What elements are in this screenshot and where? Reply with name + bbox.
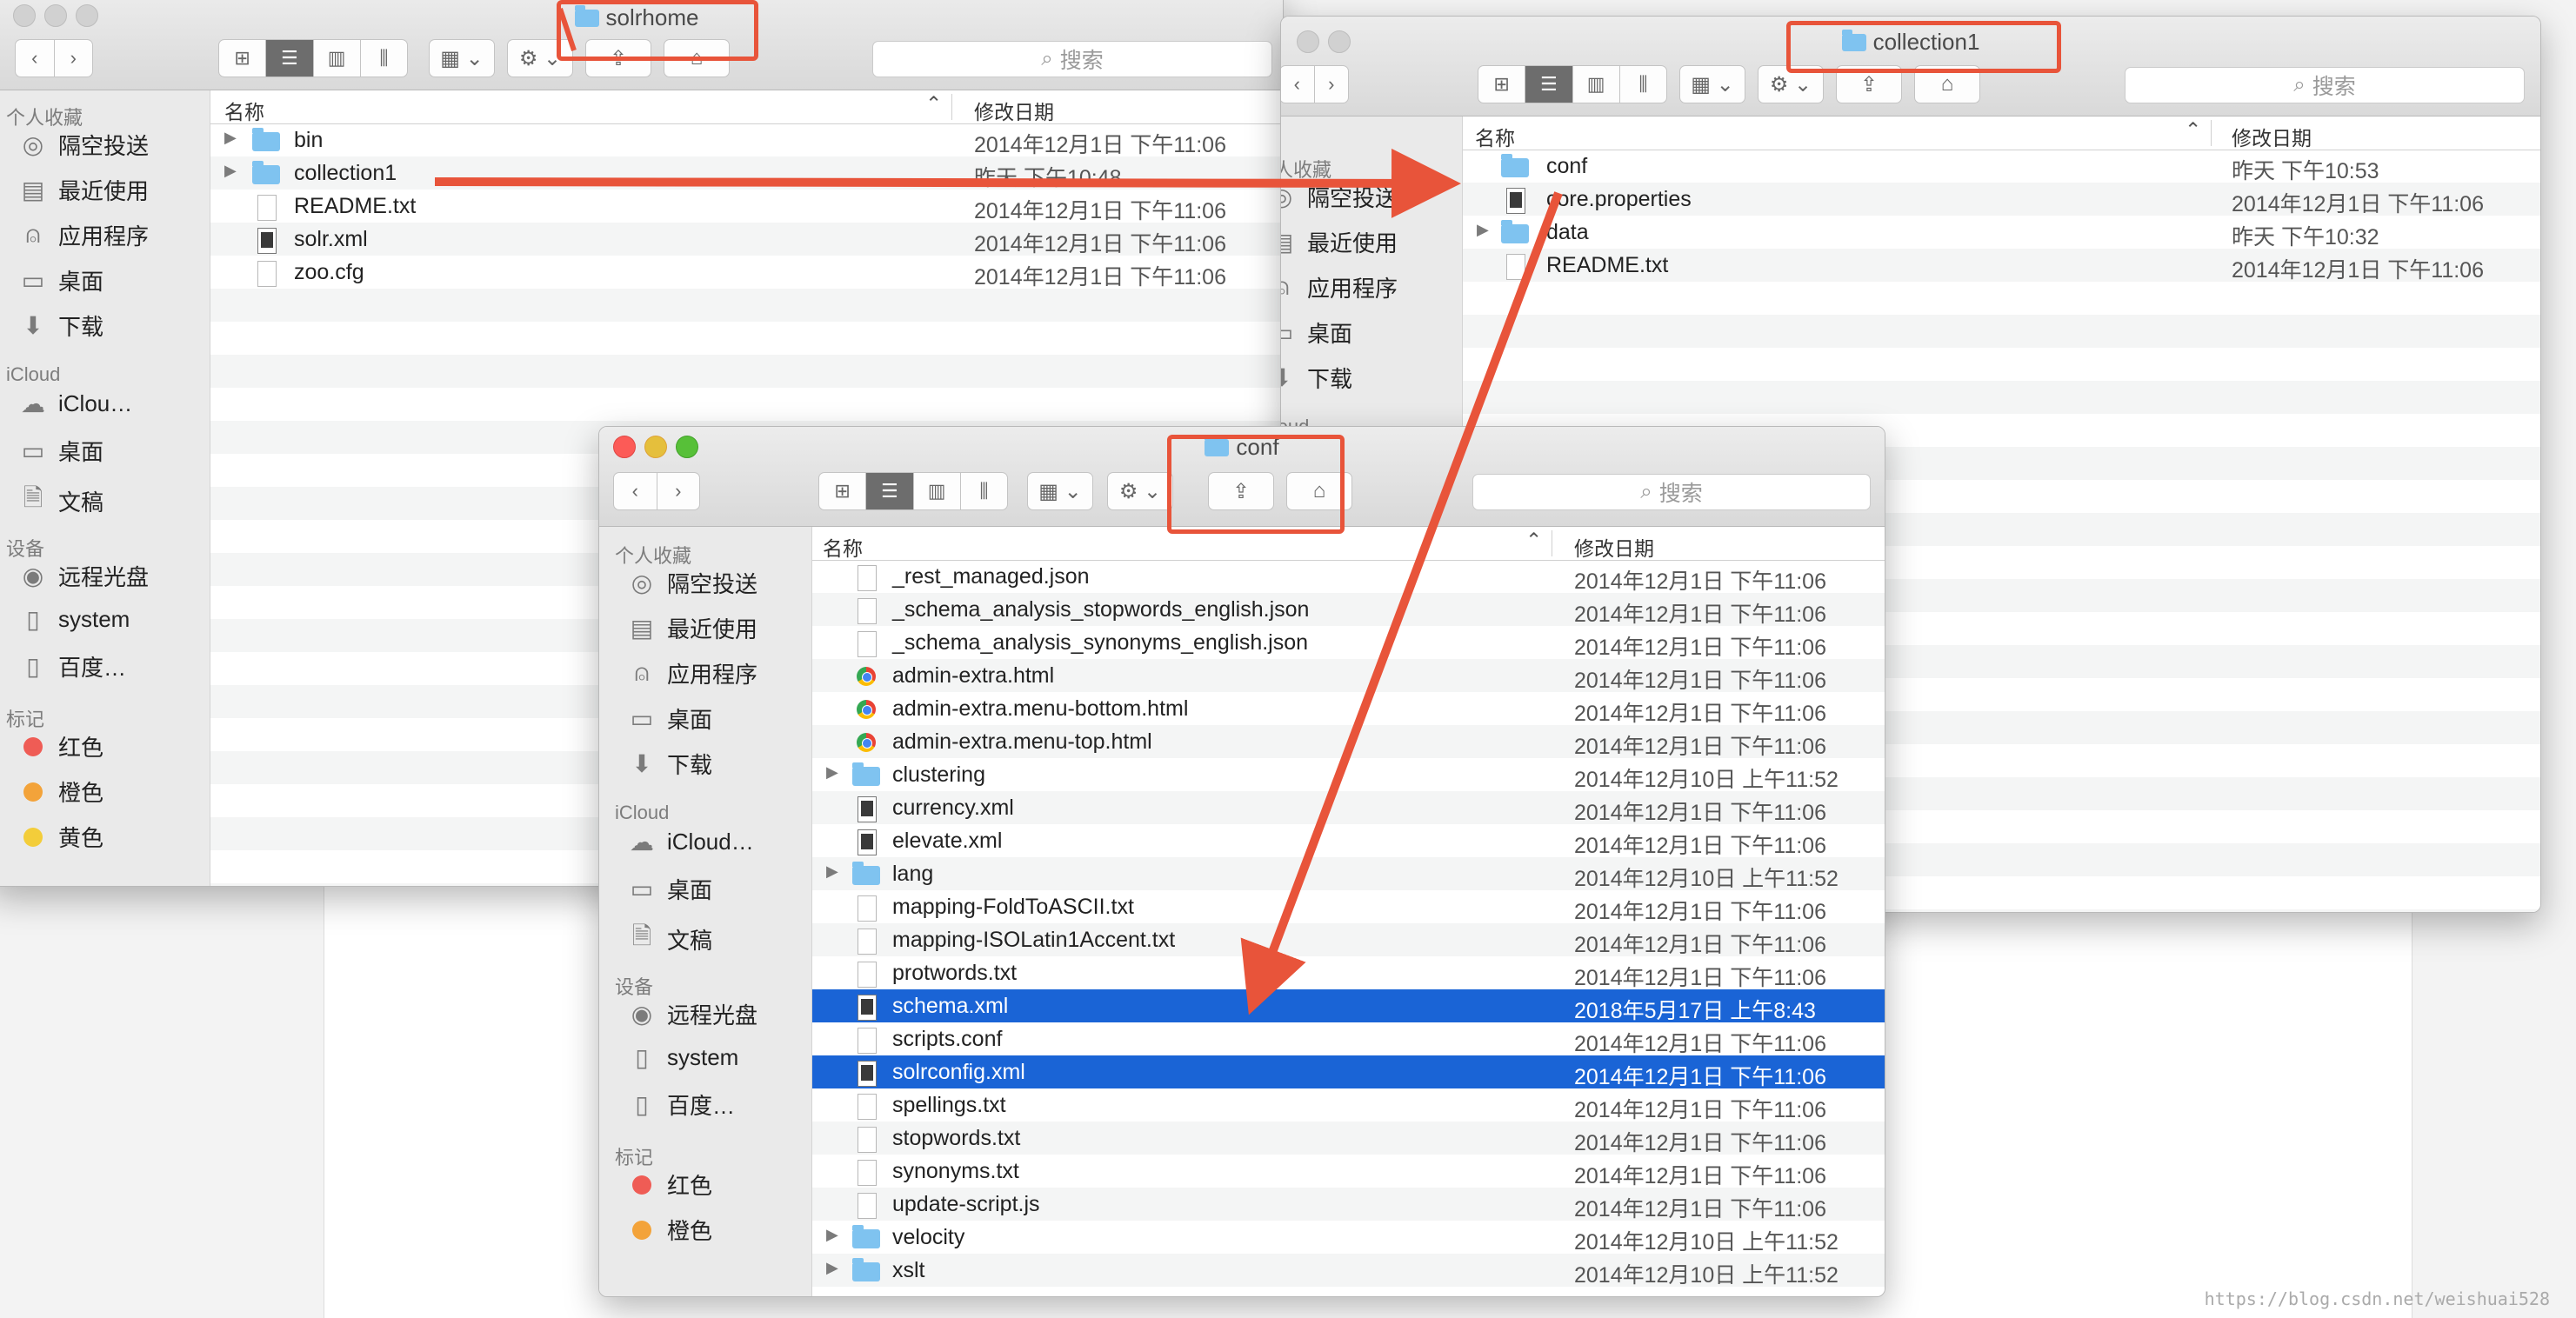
arrow-collection1-to-window: [434, 148, 1461, 218]
watermark: https://blog.csdn.net/weishuai528: [2204, 1288, 2550, 1309]
arrow-to-solrhome: [557, 8, 577, 51]
annotation-arrows: [434, 8, 1563, 1015]
arrow-conf-to-schema: [1240, 191, 1563, 1015]
